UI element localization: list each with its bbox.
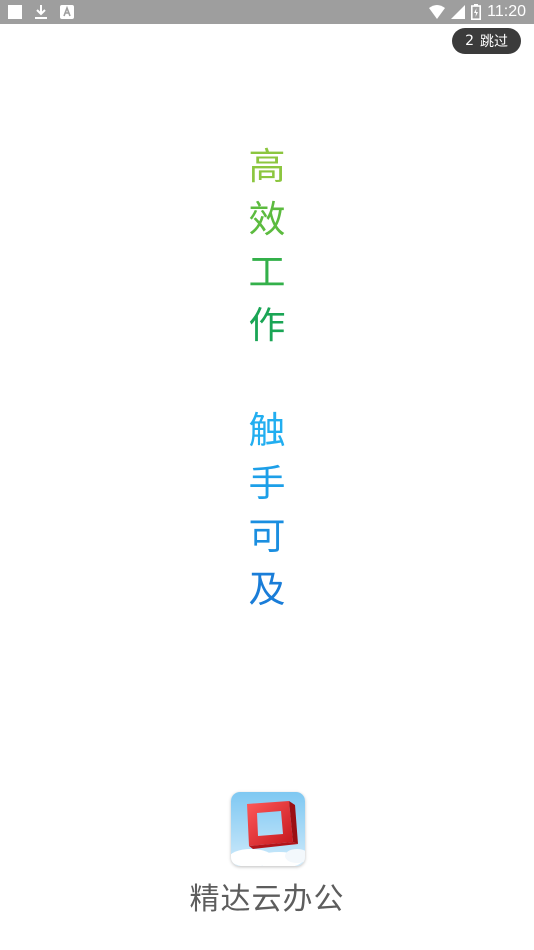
slogan-line-2: 触 手 可 及 [249, 404, 286, 616]
status-left-icons [8, 3, 74, 21]
square-frame-logo-icon [231, 792, 305, 866]
status-time: 11:20 [487, 3, 526, 20]
wifi-icon [429, 5, 446, 19]
download-icon [34, 4, 48, 20]
slogan-char: 触 [248, 409, 286, 452]
status-right-icons: 11:20 [429, 3, 526, 21]
app-name: 精达云办公 [189, 882, 345, 917]
battery-icon [471, 4, 482, 20]
status-bar: 11:20 [0, 0, 534, 24]
slogan-line-1: 高 效 工 作 [249, 140, 286, 352]
cell-signal-icon [451, 5, 466, 19]
slogan-char: 手 [248, 462, 286, 505]
slogan-char: 可 [248, 515, 286, 558]
slogan-char: 及 [248, 568, 286, 611]
app-notification-icon [60, 5, 74, 19]
skip-button[interactable]: 2 跳过 [452, 28, 521, 54]
app-logo [231, 792, 305, 866]
slogan-char: 作 [248, 304, 286, 347]
slogan-char: 工 [248, 251, 286, 294]
slogan-char: 高 [248, 145, 286, 188]
slogan-char: 效 [248, 198, 286, 241]
square-notification-icon [8, 5, 22, 19]
skip-countdown: 2 [465, 33, 474, 49]
skip-label: 跳过 [480, 34, 508, 50]
